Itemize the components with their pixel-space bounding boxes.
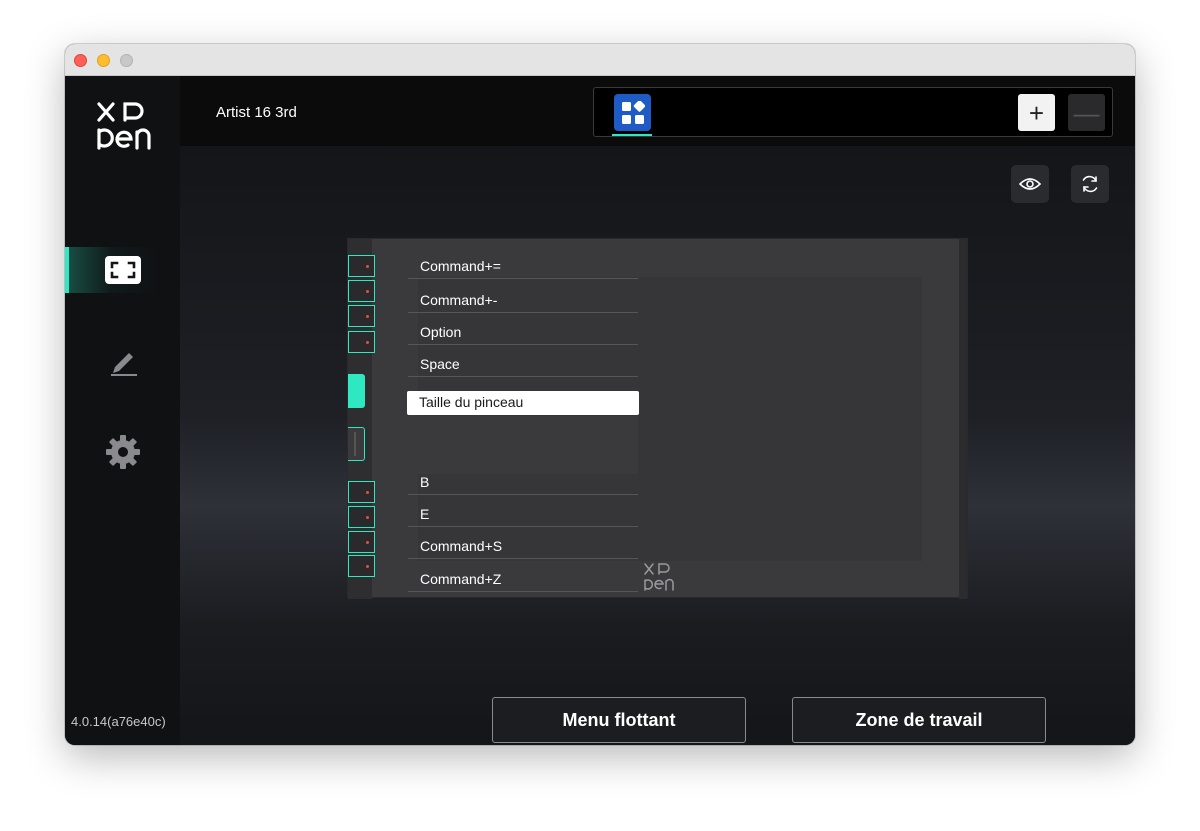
top-bar: Artist 16 3rd + — [180, 76, 1135, 146]
express-key-3[interactable] [348, 305, 375, 327]
dial-gap [416, 416, 638, 474]
add-app-button[interactable]: + [1018, 94, 1055, 131]
express-key-6[interactable] [348, 506, 375, 528]
key-mapping-2[interactable]: Command+- [408, 289, 638, 313]
dial-mapping[interactable]: Taille du pinceau [407, 391, 639, 415]
sidebar-item-screen[interactable] [65, 247, 180, 293]
dial-bottom[interactable] [348, 427, 365, 461]
express-key-4[interactable] [348, 331, 375, 353]
close-window-button[interactable] [74, 54, 87, 67]
preview-button[interactable] [1011, 165, 1049, 203]
app-tile-all-apps[interactable] [614, 94, 651, 131]
title-bar [65, 44, 1135, 76]
device-name: Artist 16 3rd [216, 104, 297, 121]
sidebar: 4.0.14(a76e40c) [65, 76, 180, 745]
refresh-icon [1082, 175, 1098, 193]
app-strip: + — [593, 87, 1113, 137]
xppen-logo [97, 102, 151, 150]
express-key-7[interactable] [348, 531, 375, 553]
key-mapping-4[interactable]: Space [408, 353, 638, 377]
reset-button[interactable] [1071, 165, 1109, 203]
key-mapping-8[interactable]: Command+Z [408, 568, 638, 592]
sidebar-item-pen[interactable] [65, 338, 180, 384]
express-key-2[interactable] [348, 280, 375, 302]
work-area-button[interactable]: Zone de travail [792, 697, 1046, 743]
key-mapping-6[interactable]: E [408, 503, 638, 527]
express-key-8[interactable] [348, 555, 375, 577]
gear-icon [105, 435, 140, 469]
selected-app-indicator [612, 134, 652, 136]
sidebar-item-settings[interactable] [65, 429, 180, 475]
key-mapping-3[interactable]: Option [408, 321, 638, 345]
screen-icon [104, 256, 141, 284]
dial-top[interactable] [348, 374, 365, 408]
tablet-xppen-logo [644, 563, 674, 591]
main-panel: Command+= Command+- Option Space Taille … [180, 146, 1135, 745]
tablet-right-edge [959, 239, 967, 599]
express-key-5[interactable] [348, 481, 375, 503]
key-mapping-1[interactable]: Command+= [408, 255, 638, 279]
all-apps-icon [621, 100, 645, 124]
version-label: 4.0.14(a76e40c) [71, 714, 166, 729]
maximize-window-button[interactable] [120, 54, 133, 67]
pen-icon [110, 353, 137, 376]
minimize-window-button[interactable] [97, 54, 110, 67]
floating-menu-button[interactable]: Menu flottant [492, 697, 746, 743]
key-mapping-5[interactable]: B [408, 471, 638, 495]
remove-app-button[interactable]: — [1068, 94, 1105, 131]
app-window: 4.0.14(a76e40c) Artist 16 3rd + — Comman… [65, 44, 1135, 745]
key-mapping-7[interactable]: Command+S [408, 535, 638, 559]
eye-icon [1019, 178, 1041, 190]
tablet-preview: Command+= Command+- Option Space Taille … [347, 238, 968, 599]
express-key-1[interactable] [348, 255, 375, 277]
